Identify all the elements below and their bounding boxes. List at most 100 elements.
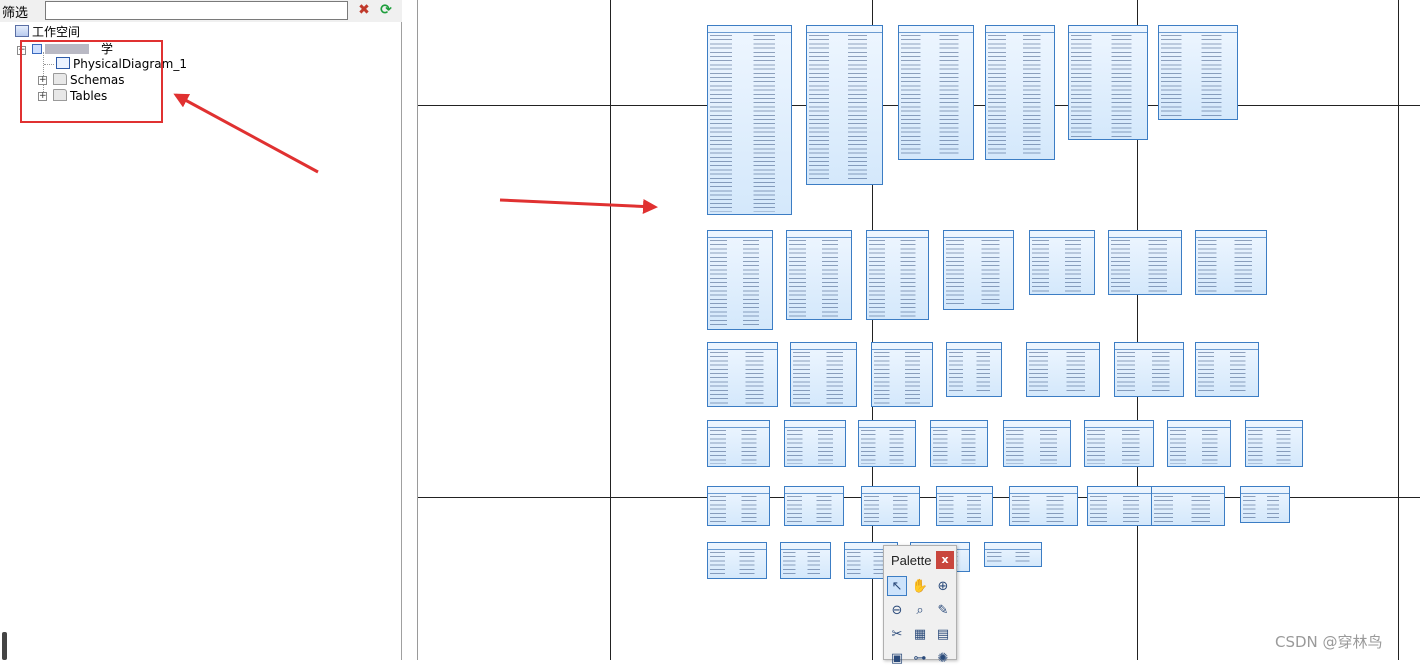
- table-entity[interactable]: [707, 230, 773, 330]
- entity-columns: [1071, 34, 1145, 137]
- table-entity[interactable]: [1195, 342, 1259, 397]
- entity-header-divider: [1088, 493, 1152, 494]
- table-entity[interactable]: [1068, 25, 1148, 140]
- package-tool[interactable]: ▦: [910, 624, 930, 644]
- palette-window[interactable]: Palette x ↖ ✋ ⊕ ⊖ ⌕ ✎ ✂ ▦ ▤ ▣ ⊶ ✺: [883, 545, 957, 666]
- open-properties-tool[interactable]: ✎: [933, 600, 953, 620]
- entity-header-divider: [785, 493, 843, 494]
- entity-columns: [1170, 429, 1228, 464]
- table-entity[interactable]: [707, 542, 767, 579]
- entity-columns: [1198, 351, 1256, 394]
- table-entity[interactable]: [786, 230, 852, 320]
- entity-header-divider: [931, 427, 987, 428]
- zoom-out-tool[interactable]: ⊖: [887, 600, 907, 620]
- entity-header-divider: [867, 237, 928, 238]
- refresh-icon[interactable]: ⟳: [378, 2, 394, 18]
- table-entity[interactable]: [1240, 486, 1290, 523]
- entity-header-divider: [937, 493, 992, 494]
- table-entity[interactable]: [1026, 342, 1100, 397]
- filter-input[interactable]: [45, 1, 348, 20]
- table-entity[interactable]: [858, 420, 916, 467]
- delete-tool[interactable]: ✂: [887, 624, 907, 644]
- watermark: CSDN @穿林鸟: [1275, 633, 1383, 651]
- reference-tool[interactable]: ⊶: [910, 648, 930, 668]
- entity-columns: [793, 351, 854, 404]
- table-tool[interactable]: ▤: [933, 624, 953, 644]
- table-entity[interactable]: [1003, 420, 1071, 467]
- entity-columns: [1117, 351, 1181, 394]
- entity-header-divider: [708, 493, 769, 494]
- entity-header-divider: [899, 32, 973, 33]
- view-tool[interactable]: ▣: [887, 648, 907, 668]
- table-entity[interactable]: [1167, 420, 1231, 467]
- entity-columns: [874, 351, 930, 404]
- table-entity[interactable]: [784, 420, 846, 467]
- table-entity[interactable]: [1195, 230, 1267, 295]
- entity-columns: [1029, 351, 1097, 394]
- table-entity[interactable]: [1158, 25, 1238, 120]
- entity-header-divider: [872, 349, 932, 350]
- entity-columns: [1032, 239, 1092, 292]
- entity-header-divider: [708, 349, 777, 350]
- table-entity[interactable]: [1245, 420, 1303, 467]
- entity-header-divider: [986, 32, 1054, 33]
- table-entity[interactable]: [707, 25, 792, 215]
- table-entity[interactable]: [1114, 342, 1184, 397]
- table-entity[interactable]: [780, 542, 831, 579]
- table-entity[interactable]: [790, 342, 857, 407]
- table-entity[interactable]: [936, 486, 993, 526]
- table-entity[interactable]: [866, 230, 929, 320]
- table-entity[interactable]: [985, 25, 1055, 160]
- entity-columns: [809, 34, 880, 182]
- entity-columns: [787, 495, 841, 523]
- table-entity[interactable]: [930, 420, 988, 467]
- entity-columns: [1087, 429, 1151, 464]
- entity-columns: [710, 429, 767, 464]
- table-entity[interactable]: [707, 486, 770, 526]
- table-entity[interactable]: [984, 542, 1042, 567]
- table-entity[interactable]: [1151, 486, 1225, 526]
- zoom-fit-tool[interactable]: ⌕: [910, 600, 930, 620]
- palette-title: Palette: [891, 553, 932, 568]
- workspace-panel: 筛选 ✖ ⟳ 工作空间 − 学 PhysicalDiagram_1 + Sche…: [0, 0, 402, 660]
- page-boundary-line: [610, 0, 611, 660]
- pointer-tool[interactable]: ↖: [887, 576, 907, 596]
- entity-columns: [789, 239, 849, 317]
- table-entity[interactable]: [1029, 230, 1095, 295]
- procedure-tool[interactable]: ✺: [933, 648, 953, 668]
- grabber-tool[interactable]: ✋: [910, 576, 930, 596]
- palette-close-button[interactable]: x: [936, 551, 954, 569]
- table-entity[interactable]: [861, 486, 920, 526]
- table-entity[interactable]: [946, 342, 1002, 397]
- table-entity[interactable]: [1108, 230, 1182, 295]
- entity-columns: [710, 239, 770, 327]
- entity-columns: [861, 429, 913, 464]
- zoom-in-tool[interactable]: ⊕: [933, 576, 953, 596]
- entity-columns: [864, 495, 917, 523]
- table-entity[interactable]: [898, 25, 974, 160]
- table-entity[interactable]: [1087, 486, 1153, 526]
- entity-header-divider: [1027, 349, 1099, 350]
- table-entity[interactable]: [871, 342, 933, 407]
- scrollbar-thumb[interactable]: [2, 632, 7, 660]
- table-entity[interactable]: [707, 342, 778, 407]
- entity-columns: [710, 34, 789, 212]
- entity-header-divider: [791, 349, 856, 350]
- table-entity[interactable]: [707, 420, 770, 467]
- diagram-canvas[interactable]: Palette x ↖ ✋ ⊕ ⊖ ⌕ ✎ ✂ ▦ ▤ ▣ ⊶ ✺: [417, 0, 1420, 666]
- entity-header-divider: [787, 237, 851, 238]
- table-entity[interactable]: [1009, 486, 1078, 526]
- table-entity[interactable]: [943, 230, 1014, 310]
- entity-header-divider: [1196, 349, 1258, 350]
- entity-columns: [1012, 495, 1075, 523]
- entity-columns: [710, 495, 767, 523]
- entity-header-divider: [985, 549, 1041, 550]
- table-entity[interactable]: [806, 25, 883, 185]
- clear-filter-icon[interactable]: ✖: [356, 2, 372, 18]
- table-entity[interactable]: [784, 486, 844, 526]
- entity-columns: [710, 351, 775, 404]
- table-entity[interactable]: [1084, 420, 1154, 467]
- tree-workspace-node[interactable]: 工作空间: [15, 24, 80, 41]
- entity-header-divider: [1004, 427, 1070, 428]
- entity-columns: [988, 34, 1052, 157]
